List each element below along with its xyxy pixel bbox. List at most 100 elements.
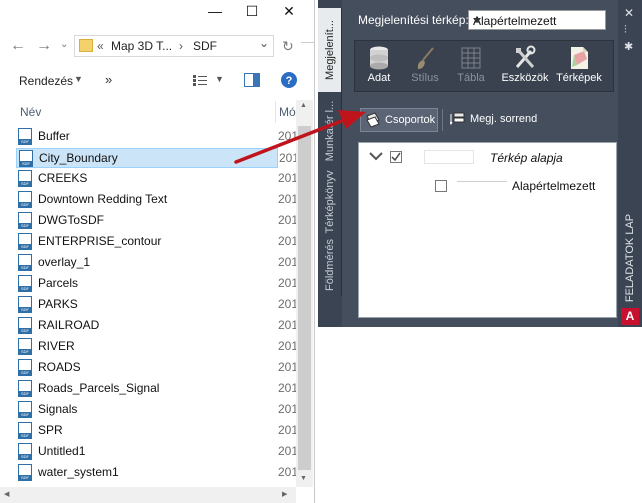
file-row[interactable]: SPR201: [16, 421, 298, 441]
check-icon: [391, 152, 401, 162]
back-arrow-icon[interactable]: ←: [10, 37, 26, 55]
tools-label: Eszközök: [501, 72, 549, 84]
address-bar[interactable]: « Map 3D T... › SDF ⌄: [74, 35, 274, 57]
preview-pane-icon[interactable]: [244, 73, 260, 87]
help-icon[interactable]: ?: [281, 72, 297, 88]
groups-label: Csoportok: [385, 114, 436, 126]
view-dropdown-icon[interactable]: ▼: [215, 74, 224, 84]
scroll-left-icon[interactable]: ◀: [4, 490, 9, 498]
group-visibility-checkbox[interactable]: [390, 151, 402, 163]
vertical-scroll-thumb[interactable]: [298, 126, 311, 470]
file-name: CREEKS: [38, 171, 88, 185]
file-explorer-window: — ☐ ✕ ← → ⌄ « Map 3D T... › SDF ⌄ ↻ Rend…: [0, 0, 315, 503]
file-row[interactable]: Untitled1201: [16, 442, 298, 462]
column-divider[interactable]: [275, 101, 276, 123]
breadcrumb-current[interactable]: SDF: [193, 39, 217, 53]
tools-button[interactable]: Eszközök: [501, 45, 549, 91]
address-row: ← → ⌄ « Map 3D T... › SDF ⌄ ↻: [0, 30, 314, 62]
address-overflow[interactable]: «: [97, 39, 104, 53]
sdf-file-icon: [18, 422, 32, 439]
data-button[interactable]: Adat: [357, 45, 401, 91]
file-row[interactable]: overlay_1201: [16, 253, 298, 273]
file-name: Downtown Redding Text: [38, 192, 168, 206]
sdf-file-icon: [18, 380, 32, 397]
modified-column-header[interactable]: Mó: [279, 105, 296, 119]
file-name: ENTERPRISE_contour: [38, 234, 162, 248]
table-icon: [461, 47, 481, 69]
display-map-select[interactable]: Alapértelmezett: [468, 10, 606, 30]
file-row[interactable]: DWGToSDF201: [16, 211, 298, 231]
command-bar: Rendezés ▼ » ▼ ?: [0, 66, 314, 96]
tab-survey[interactable]: Földmérés: [318, 234, 342, 296]
maps-button[interactable]: Térképek: [553, 45, 605, 91]
file-row[interactable]: RIVER201: [16, 337, 298, 357]
file-row[interactable]: Roads_Parcels_Signal201: [16, 379, 298, 399]
table-label: Tábla: [457, 72, 485, 84]
sdf-file-icon: [18, 401, 32, 418]
scroll-down-icon[interactable]: ▼: [300, 475, 307, 482]
tab-map-book[interactable]: Térképkönyv: [318, 170, 342, 234]
svg-text:?: ?: [286, 75, 293, 87]
file-row[interactable]: Parcels201: [16, 274, 298, 294]
auto-hide-icon[interactable]: ⫶: [624, 24, 627, 37]
style-button[interactable]: Stílus: [403, 45, 447, 91]
address-dropdown-icon[interactable]: ⌄: [259, 36, 269, 50]
file-name: Parcels: [38, 276, 79, 290]
file-row[interactable]: City_Boundary201: [16, 148, 299, 168]
layer-visibility-checkbox[interactable]: [435, 180, 447, 192]
layer-tree: Térkép alapja Alapértelmezett: [358, 142, 617, 318]
recent-chevron-icon[interactable]: ⌄: [60, 39, 68, 50]
sdf-file-icon: [18, 296, 32, 313]
sdf-file-icon: [18, 170, 32, 187]
close-button[interactable]: ✕: [272, 0, 306, 22]
tab-label: Térképkönyv: [323, 170, 336, 234]
forward-arrow-icon[interactable]: →: [36, 37, 52, 55]
file-row[interactable]: water_system1201: [16, 463, 298, 483]
search-box-edge[interactable]: [301, 42, 314, 43]
file-row[interactable]: ENTERPRISE_contour201: [16, 232, 298, 252]
scroll-up-icon[interactable]: ▲: [300, 102, 307, 109]
organize-button[interactable]: Rendezés: [19, 74, 73, 88]
horizontal-scrollbar[interactable]: ◀ ▶: [0, 487, 296, 503]
refresh-icon[interactable]: ↻: [282, 38, 294, 55]
draw-order-button[interactable]: Megj. sorrend: [446, 108, 566, 132]
maps-label: Térképek: [556, 72, 602, 84]
scroll-right-icon[interactable]: ▶: [282, 490, 287, 498]
draw-order-label: Megj. sorrend: [470, 113, 538, 125]
organize-dropdown-icon[interactable]: ▼: [74, 74, 83, 84]
tab-map-explorer[interactable]: Munkatér l...: [318, 92, 342, 170]
sdf-file-icon: [18, 359, 32, 376]
file-name: Signals: [38, 402, 78, 416]
name-column-header[interactable]: Név: [20, 105, 41, 119]
file-name: DWGToSDF: [38, 213, 104, 227]
file-name: ROADS: [38, 360, 81, 374]
file-row[interactable]: Buffer201: [16, 127, 298, 147]
title-bar: — ☐ ✕: [0, 0, 314, 24]
group-name[interactable]: Térkép alapja: [490, 151, 563, 165]
layer-name[interactable]: Alapértelmezett: [512, 179, 595, 193]
maximize-button[interactable]: ☐: [235, 0, 269, 22]
minimize-button[interactable]: —: [198, 0, 232, 22]
sdf-file-icon: [18, 233, 32, 250]
file-name: City_Boundary: [39, 151, 118, 165]
file-row[interactable]: Downtown Redding Text201: [16, 190, 298, 210]
file-row[interactable]: PARKS201: [16, 295, 298, 315]
ribbon-toolbar: Adat Stílus Tábla Eszközök Térképek: [354, 40, 614, 92]
groups-button[interactable]: Csoportok: [360, 108, 438, 132]
collapse-chevron-icon[interactable]: [369, 152, 383, 161]
display-manager-panel: Megjelenítési térkép: Alapértelmezett Ad…: [342, 0, 618, 327]
table-button[interactable]: Tábla: [449, 45, 493, 91]
database-icon: [370, 46, 388, 70]
close-palette-icon[interactable]: ✕: [624, 6, 634, 20]
tab-display-manager[interactable]: Megjelenít...: [318, 8, 342, 92]
file-row[interactable]: ROADS201: [16, 358, 298, 378]
file-row[interactable]: CREEKS201: [16, 169, 298, 189]
file-row[interactable]: RAILROAD201: [16, 316, 298, 336]
file-row[interactable]: Signals201: [16, 400, 298, 420]
more-commands[interactable]: »: [105, 72, 112, 87]
properties-icon[interactable]: ✱: [624, 40, 633, 53]
view-options-icon[interactable]: [193, 75, 207, 86]
sdf-file-icon: [18, 443, 32, 460]
sdf-file-icon: [18, 212, 32, 229]
breadcrumb-parent[interactable]: Map 3D T...: [111, 39, 172, 53]
